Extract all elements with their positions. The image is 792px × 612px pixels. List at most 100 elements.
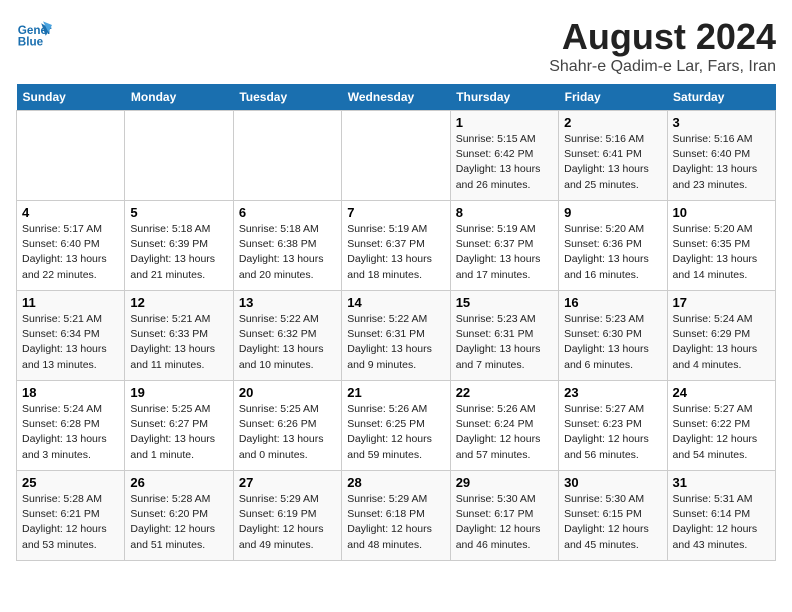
week-row-5: 25Sunrise: 5:28 AMSunset: 6:21 PMDayligh… (17, 471, 776, 561)
calendar-cell: 27 Sunrise: 5:29 AMSunset: 6:19 PMDayligh… (233, 471, 341, 561)
calendar-cell: 4Sunrise: 5:17 AMSunset: 6:40 PMDaylight… (17, 201, 125, 291)
day-number: 22 (456, 385, 553, 400)
day-info: Sunrise: 5:21 AMSunset: 6:33 PMDaylight:… (130, 312, 227, 373)
weekday-header-row: SundayMondayTuesdayWednesdayThursdayFrid… (17, 84, 776, 111)
day-info: Sunrise: 5:18 AMSunset: 6:39 PMDaylight:… (130, 222, 227, 283)
calendar-cell: 23 Sunrise: 5:27 AMSunset: 6:23 PMDayligh… (559, 381, 667, 471)
subtitle: Shahr-e Qadim-e Lar, Fars, Iran (549, 58, 776, 76)
weekday-header-friday: Friday (559, 84, 667, 111)
day-number: 28 (347, 475, 444, 490)
calendar-cell: 13Sunrise: 5:22 AMSunset: 6:32 PMDayligh… (233, 291, 341, 381)
day-number: 7 (347, 205, 444, 220)
week-row-2: 4Sunrise: 5:17 AMSunset: 6:40 PMDaylight… (17, 201, 776, 291)
calendar-cell: 5 Sunrise: 5:18 AMSunset: 6:39 PMDaylight… (125, 201, 233, 291)
week-row-3: 11 Sunrise: 5:21 AMSunset: 6:34 PMDayligh… (17, 291, 776, 381)
weekday-header-thursday: Thursday (450, 84, 558, 111)
day-info: Sunrise: 5:15 AMSunset: 6:42 PMDaylight:… (456, 132, 553, 193)
day-number: 15 (456, 295, 553, 310)
day-info: Sunrise: 5:23 AMSunset: 6:31 PMDaylight:… (456, 312, 553, 373)
calendar-cell: 18 Sunrise: 5:24 AMSunset: 6:28 PMDayligh… (17, 381, 125, 471)
day-number: 11 (22, 295, 119, 310)
day-info: Sunrise: 5:30 AMSunset: 6:15 PMDaylight:… (564, 492, 661, 553)
calendar-cell: 7 Sunrise: 5:19 AMSunset: 6:37 PMDaylight… (342, 201, 450, 291)
day-info: Sunrise: 5:19 AMSunset: 6:37 PMDaylight:… (456, 222, 553, 283)
day-number: 16 (564, 295, 661, 310)
page-header: General Blue August 2024 Shahr-e Qadim-e… (16, 16, 776, 76)
day-number: 14 (347, 295, 444, 310)
calendar-cell: 29 Sunrise: 5:30 AMSunset: 6:17 PMDayligh… (450, 471, 558, 561)
calendar-cell: 21 Sunrise: 5:26 AMSunset: 6:25 PMDayligh… (342, 381, 450, 471)
calendar-cell: 28 Sunrise: 5:29 AMSunset: 6:18 PMDayligh… (342, 471, 450, 561)
day-info: Sunrise: 5:30 AMSunset: 6:17 PMDaylight:… (456, 492, 553, 553)
day-number: 18 (22, 385, 119, 400)
calendar-cell: 8 Sunrise: 5:19 AMSunset: 6:37 PMDaylight… (450, 201, 558, 291)
day-info: Sunrise: 5:27 AMSunset: 6:22 PMDaylight:… (673, 402, 770, 463)
calendar-cell (17, 111, 125, 201)
day-info: Sunrise: 5:27 AMSunset: 6:23 PMDaylight:… (564, 402, 661, 463)
calendar-cell: 15 Sunrise: 5:23 AMSunset: 6:31 PMDayligh… (450, 291, 558, 381)
calendar-cell: 1 Sunrise: 5:15 AMSunset: 6:42 PMDaylight… (450, 111, 558, 201)
day-number: 13 (239, 295, 336, 310)
day-number: 24 (673, 385, 770, 400)
calendar-cell (233, 111, 341, 201)
main-title: August 2024 (549, 16, 776, 58)
calendar-cell: 19Sunrise: 5:25 AMSunset: 6:27 PMDayligh… (125, 381, 233, 471)
day-info: Sunrise: 5:24 AMSunset: 6:29 PMDaylight:… (673, 312, 770, 373)
day-info: Sunrise: 5:26 AMSunset: 6:25 PMDaylight:… (347, 402, 444, 463)
day-info: Sunrise: 5:24 AMSunset: 6:28 PMDaylight:… (22, 402, 119, 463)
calendar-cell: 22 Sunrise: 5:26 AMSunset: 6:24 PMDayligh… (450, 381, 558, 471)
weekday-header-sunday: Sunday (17, 84, 125, 111)
day-number: 27 (239, 475, 336, 490)
day-number: 8 (456, 205, 553, 220)
day-number: 29 (456, 475, 553, 490)
calendar-cell: 30 Sunrise: 5:30 AMSunset: 6:15 PMDayligh… (559, 471, 667, 561)
day-info: Sunrise: 5:20 AMSunset: 6:35 PMDaylight:… (673, 222, 770, 283)
day-number: 3 (673, 115, 770, 130)
day-number: 31 (673, 475, 770, 490)
week-row-1: 1 Sunrise: 5:15 AMSunset: 6:42 PMDaylight… (17, 111, 776, 201)
calendar-cell: 3 Sunrise: 5:16 AMSunset: 6:40 PMDaylight… (667, 111, 775, 201)
day-info: Sunrise: 5:26 AMSunset: 6:24 PMDaylight:… (456, 402, 553, 463)
day-info: Sunrise: 5:29 AMSunset: 6:19 PMDaylight:… (239, 492, 336, 553)
day-number: 30 (564, 475, 661, 490)
calendar-cell: 31 Sunrise: 5:31 AMSunset: 6:14 PMDayligh… (667, 471, 775, 561)
day-info: Sunrise: 5:31 AMSunset: 6:14 PMDaylight:… (673, 492, 770, 553)
calendar-cell: 11 Sunrise: 5:21 AMSunset: 6:34 PMDayligh… (17, 291, 125, 381)
day-info: Sunrise: 5:19 AMSunset: 6:37 PMDaylight:… (347, 222, 444, 283)
day-info: Sunrise: 5:21 AMSunset: 6:34 PMDaylight:… (22, 312, 119, 373)
day-number: 6 (239, 205, 336, 220)
calendar-cell: 24 Sunrise: 5:27 AMSunset: 6:22 PMDayligh… (667, 381, 775, 471)
day-info: Sunrise: 5:28 AMSunset: 6:20 PMDaylight:… (130, 492, 227, 553)
day-number: 26 (130, 475, 227, 490)
weekday-header-saturday: Saturday (667, 84, 775, 111)
day-info: Sunrise: 5:17 AMSunset: 6:40 PMDaylight:… (22, 222, 119, 283)
day-number: 12 (130, 295, 227, 310)
calendar-cell: 12 Sunrise: 5:21 AMSunset: 6:33 PMDayligh… (125, 291, 233, 381)
day-number: 23 (564, 385, 661, 400)
calendar-cell: 26 Sunrise: 5:28 AMSunset: 6:20 PMDayligh… (125, 471, 233, 561)
day-info: Sunrise: 5:28 AMSunset: 6:21 PMDaylight:… (22, 492, 119, 553)
calendar-cell: 20Sunrise: 5:25 AMSunset: 6:26 PMDayligh… (233, 381, 341, 471)
calendar-cell: 16 Sunrise: 5:23 AMSunset: 6:30 PMDayligh… (559, 291, 667, 381)
day-info: Sunrise: 5:22 AMSunset: 6:31 PMDaylight:… (347, 312, 444, 373)
day-number: 21 (347, 385, 444, 400)
svg-text:Blue: Blue (18, 36, 44, 49)
calendar-cell (125, 111, 233, 201)
day-number: 1 (456, 115, 553, 130)
calendar-cell: 14 Sunrise: 5:22 AMSunset: 6:31 PMDayligh… (342, 291, 450, 381)
day-number: 5 (130, 205, 227, 220)
day-number: 10 (673, 205, 770, 220)
day-info: Sunrise: 5:23 AMSunset: 6:30 PMDaylight:… (564, 312, 661, 373)
logo: General Blue (16, 16, 52, 52)
day-number: 9 (564, 205, 661, 220)
weekday-header-monday: Monday (125, 84, 233, 111)
day-info: Sunrise: 5:18 AMSunset: 6:38 PMDaylight:… (239, 222, 336, 283)
calendar-cell (342, 111, 450, 201)
day-info: Sunrise: 5:25 AMSunset: 6:27 PMDaylight:… (130, 402, 227, 463)
weekday-header-tuesday: Tuesday (233, 84, 341, 111)
calendar-cell: 9Sunrise: 5:20 AMSunset: 6:36 PMDaylight… (559, 201, 667, 291)
day-info: Sunrise: 5:29 AMSunset: 6:18 PMDaylight:… (347, 492, 444, 553)
week-row-4: 18 Sunrise: 5:24 AMSunset: 6:28 PMDayligh… (17, 381, 776, 471)
day-info: Sunrise: 5:16 AMSunset: 6:40 PMDaylight:… (673, 132, 770, 193)
calendar-table: SundayMondayTuesdayWednesdayThursdayFrid… (16, 84, 776, 561)
